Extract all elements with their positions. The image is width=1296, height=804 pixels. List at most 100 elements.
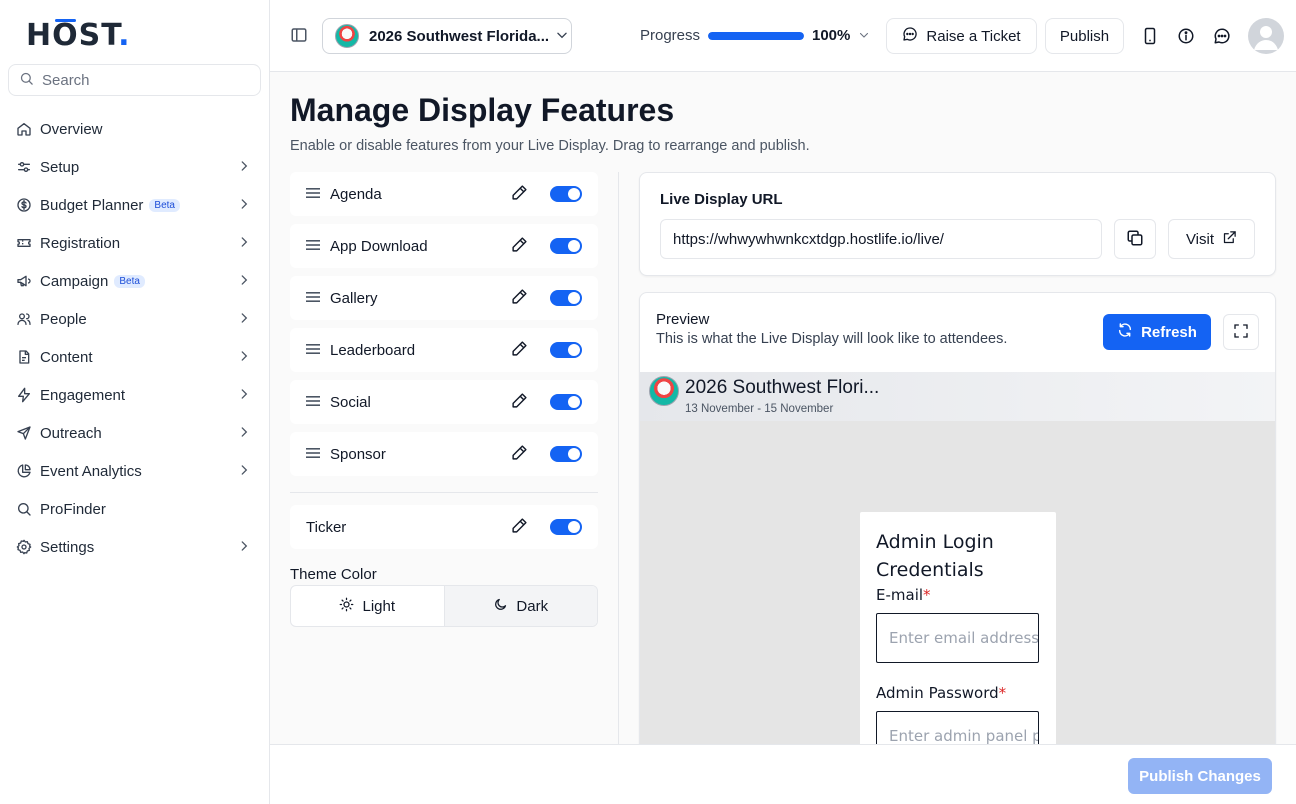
theme-light-button[interactable]: Light (291, 586, 444, 626)
event-name: 2026 Southwest Florida... (369, 27, 550, 45)
sidebar-item-campaign[interactable]: Campaign Beta (8, 262, 261, 300)
sidebar-item-label: Overview (40, 120, 103, 138)
copy-url-button[interactable] (1114, 219, 1156, 259)
search-icon (19, 71, 34, 89)
sidebar-toggle-icon[interactable] (290, 26, 308, 47)
sidebar-item-content[interactable]: Content (8, 338, 261, 376)
sidebar-item-event-analytics[interactable]: Event Analytics (8, 452, 261, 490)
mobile-phone-icon[interactable] (1141, 27, 1159, 48)
sidebar-item-label: Budget Planner (40, 196, 144, 214)
column-divider (618, 172, 619, 744)
sidebar-item-label: Settings (40, 538, 95, 556)
sidebar-nav: Overview Setup Budget Planner Beta Regis… (8, 110, 261, 566)
home-icon (16, 121, 32, 137)
sidebar-item-settings[interactable]: Settings (8, 528, 261, 566)
feature-toggle[interactable] (550, 394, 582, 410)
sidebar-item-engagement[interactable]: Engagement (8, 376, 261, 414)
feature-name: Gallery (330, 289, 378, 307)
search-input[interactable] (42, 71, 242, 89)
sidebar-item-label: Content (40, 348, 93, 366)
visit-button[interactable]: Visit (1168, 219, 1255, 259)
sidebar-item-label: Registration (40, 234, 121, 252)
feature-toggle[interactable] (550, 186, 582, 202)
feature-toggle[interactable] (550, 290, 582, 306)
live-url-title: Live Display URL (660, 191, 783, 208)
sliders-icon (16, 159, 32, 175)
feature-toggle[interactable] (550, 446, 582, 462)
login-title: Admin Login Credentials (876, 531, 994, 581)
progress-value: 100% (812, 27, 851, 44)
event-selector[interactable]: 2026 Southwest Florida... (322, 18, 572, 54)
ticker-toggle[interactable] (550, 519, 582, 535)
preview-card: Preview This is what the Live Display wi… (639, 292, 1276, 744)
ticket-icon (16, 235, 32, 251)
feature-list: Agenda App Download Gallery Leaderboard … (290, 172, 598, 484)
search-icon (16, 501, 32, 517)
sidebar-item-budget-planner[interactable]: Budget Planner Beta (8, 186, 261, 224)
feature-toggle[interactable] (550, 238, 582, 254)
drag-handle-icon[interactable] (306, 394, 320, 410)
drag-handle-icon[interactable] (306, 290, 320, 306)
raise-ticket-label: Raise a Ticket (926, 27, 1021, 45)
drag-handle-icon[interactable] (306, 446, 320, 462)
feature-name: Leaderboard (330, 341, 416, 359)
required-mark: * (998, 684, 1007, 702)
theme-dark-label: Dark (516, 597, 549, 615)
drag-handle-icon[interactable] (306, 342, 320, 358)
drag-handle-icon[interactable] (306, 186, 320, 202)
user-avatar[interactable] (1248, 18, 1284, 54)
password-field[interactable] (876, 711, 1039, 744)
theme-dark-button[interactable]: Dark (443, 586, 597, 626)
sun-icon (339, 597, 354, 616)
pencil-icon[interactable] (511, 340, 528, 360)
refresh-label: Refresh (1141, 323, 1197, 341)
pencil-icon[interactable] (511, 517, 528, 537)
chevron-right-icon (237, 273, 251, 290)
chevron-right-icon (237, 349, 251, 366)
feature-name: Ticker (306, 518, 347, 536)
live-url-input[interactable] (660, 219, 1102, 259)
pencil-icon[interactable] (511, 184, 528, 204)
info-icon[interactable] (1177, 27, 1195, 48)
feature-toggle[interactable] (550, 342, 582, 358)
feature-row-social[interactable]: Social (290, 380, 598, 424)
external-link-icon (1222, 230, 1237, 249)
refresh-button[interactable]: Refresh (1103, 314, 1211, 350)
pencil-icon[interactable] (511, 392, 528, 412)
feature-row-gallery[interactable]: Gallery (290, 276, 598, 320)
feature-row-ticker[interactable]: Ticker (290, 505, 598, 549)
publish-changes-button[interactable]: Publish Changes (1128, 758, 1272, 794)
publish-button[interactable]: Publish (1045, 18, 1124, 54)
feature-row-leaderboard[interactable]: Leaderboard (290, 328, 598, 372)
pencil-icon[interactable] (511, 236, 528, 256)
divider (290, 492, 598, 493)
email-field[interactable] (876, 613, 1039, 663)
feature-row-agenda[interactable]: Agenda (290, 172, 598, 216)
gear-icon (16, 539, 32, 555)
sidebar-item-registration[interactable]: Registration (8, 224, 261, 262)
main-content: Manage Display Features Enable or disabl… (270, 72, 1296, 744)
feature-row-app-download[interactable]: App Download (290, 224, 598, 268)
user-icon (1254, 26, 1278, 50)
chat-icon[interactable] (1213, 27, 1231, 48)
raise-ticket-button[interactable]: Raise a Ticket (886, 18, 1037, 54)
required-mark: * (923, 586, 931, 604)
dollar-circle-icon (16, 197, 32, 213)
fullscreen-button[interactable] (1223, 314, 1259, 350)
sidebar-item-profinder[interactable]: ProFinder (8, 490, 261, 528)
feature-row-sponsor[interactable]: Sponsor (290, 432, 598, 476)
search-box[interactable] (8, 64, 261, 96)
chevron-down-icon[interactable] (858, 28, 870, 44)
host-logo[interactable]: HOST. (26, 18, 131, 53)
drag-handle-icon[interactable] (306, 238, 320, 254)
pencil-icon[interactable] (511, 444, 528, 464)
sidebar-item-people[interactable]: People (8, 300, 261, 338)
sidebar-item-setup[interactable]: Setup (8, 148, 261, 186)
pencil-icon[interactable] (511, 288, 528, 308)
copy-icon (1126, 229, 1144, 250)
event-logo (335, 24, 359, 48)
sidebar-item-overview[interactable]: Overview (8, 110, 261, 148)
expand-icon (1233, 323, 1249, 342)
admin-login-form: Admin Login Credentials E-mail* Admin Pa… (860, 512, 1056, 744)
sidebar-item-outreach[interactable]: Outreach (8, 414, 261, 452)
